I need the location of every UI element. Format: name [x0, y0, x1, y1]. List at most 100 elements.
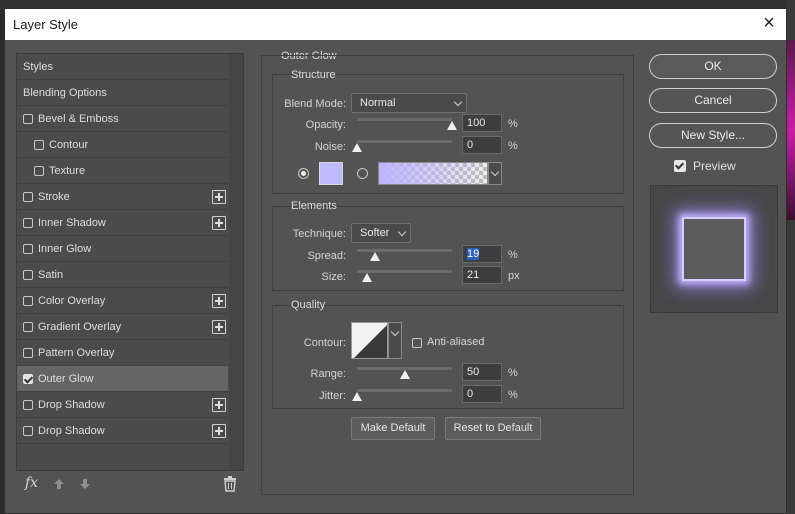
style-checkbox[interactable] — [23, 373, 33, 384]
style-item-texture[interactable]: Texture — [17, 158, 228, 184]
style-checkbox[interactable] — [23, 321, 33, 332]
opacity-value: 100 — [467, 117, 486, 129]
jitter-slider-thumb[interactable] — [352, 392, 362, 401]
fx-icon[interactable]: fx — [25, 475, 38, 491]
opacity-slider[interactable] — [357, 118, 452, 121]
blend-mode-value: Normal — [360, 97, 396, 109]
style-item-label: Blending Options — [23, 86, 107, 99]
anti-aliased-label: Anti-aliased — [427, 336, 485, 348]
noise-unit: % — [508, 140, 518, 152]
jitter-label: Jitter: — [319, 390, 346, 402]
layer-style-dialog: Layer Style × Styles Blending Options Beve… — [4, 8, 787, 514]
make-default-button[interactable]: Make Default — [351, 417, 435, 440]
dialog-titlebar: Layer Style × — [5, 9, 786, 40]
style-item-gradient-overlay[interactable]: Gradient Overlay — [17, 314, 228, 340]
range-input[interactable]: 50 — [462, 363, 502, 381]
add-effect-icon[interactable] — [212, 320, 226, 334]
outer-glow-panel: Structure Blend Mode: Normal Opacity: 10… — [261, 55, 634, 495]
reset-to-default-button[interactable]: Reset to Default — [445, 417, 541, 440]
spread-input[interactable]: 19 — [462, 245, 502, 263]
style-item-bevel-emboss[interactable]: Bevel & Emboss — [17, 106, 228, 132]
style-checkbox[interactable] — [23, 243, 33, 254]
add-effect-icon[interactable] — [212, 190, 226, 204]
elements-title: Elements — [291, 200, 337, 212]
spread-unit: % — [508, 249, 518, 261]
style-checkbox[interactable] — [23, 347, 33, 358]
contour-dropdown[interactable] — [388, 322, 402, 359]
style-checkbox[interactable] — [23, 113, 33, 124]
move-up-icon[interactable] — [53, 478, 65, 490]
size-value: 21 — [467, 269, 480, 281]
technique-value: Softer — [360, 227, 390, 239]
style-item-styles[interactable]: Styles — [17, 54, 228, 80]
opacity-slider-thumb[interactable] — [447, 121, 457, 130]
style-item-satin[interactable]: Satin — [17, 262, 228, 288]
structure-title: Structure — [291, 69, 336, 81]
move-down-icon[interactable] — [79, 478, 91, 490]
size-input[interactable]: 21 — [462, 266, 502, 284]
noise-input[interactable]: 0 — [462, 136, 502, 154]
add-effect-icon[interactable] — [212, 398, 226, 412]
style-item-label: Styles — [23, 60, 53, 73]
add-effect-icon[interactable] — [212, 424, 226, 438]
style-item-pattern-overlay[interactable]: Pattern Overlay — [17, 340, 228, 366]
technique-select[interactable]: Softer — [351, 223, 411, 243]
ok-button[interactable]: OK — [649, 54, 777, 79]
style-list-scrollbar[interactable] — [229, 54, 243, 470]
style-checkbox[interactable] — [23, 217, 33, 228]
contour-picker[interactable] — [351, 322, 388, 359]
style-item-label: Satin — [38, 268, 64, 281]
range-slider-thumb[interactable] — [399, 370, 410, 379]
gradient-dropdown[interactable] — [488, 162, 502, 185]
trash-icon[interactable] — [223, 476, 237, 492]
size-slider-thumb[interactable] — [361, 273, 372, 282]
style-item-inner-glow[interactable]: Inner Glow — [17, 236, 228, 262]
style-checkbox[interactable] — [34, 165, 44, 176]
style-checkbox[interactable] — [23, 269, 33, 280]
style-checkbox[interactable] — [23, 295, 33, 306]
opacity-input[interactable]: 100 — [462, 114, 502, 132]
add-effect-icon[interactable] — [212, 216, 226, 230]
style-item-label: Drop Shadow — [38, 424, 105, 437]
noise-slider[interactable] — [357, 140, 452, 143]
gradient-radio[interactable] — [357, 168, 368, 179]
style-checkbox[interactable] — [23, 399, 33, 410]
cancel-button[interactable]: Cancel — [649, 88, 777, 113]
jitter-slider[interactable] — [357, 389, 452, 392]
style-checkbox[interactable] — [34, 139, 44, 150]
blend-mode-select[interactable]: Normal — [351, 93, 467, 113]
solid-color-radio[interactable] — [298, 168, 309, 179]
style-item-label: Contour — [49, 138, 89, 151]
preview-checkbox[interactable] — [674, 160, 686, 172]
style-item-outer-glow[interactable]: Outer Glow — [17, 366, 228, 392]
jitter-value: 0 — [467, 388, 474, 400]
style-item-drop-shadow[interactable]: Drop Shadow — [17, 418, 228, 444]
style-checkbox[interactable] — [23, 191, 33, 202]
style-item-color-overlay[interactable]: Color Overlay — [17, 288, 228, 314]
anti-aliased-checkbox[interactable] — [412, 338, 422, 348]
style-item-stroke[interactable]: Stroke — [17, 184, 228, 210]
glow-gradient-swatch[interactable] — [378, 162, 488, 185]
add-effect-icon[interactable] — [212, 294, 226, 308]
new-style-button[interactable]: New Style... — [649, 123, 777, 148]
style-item-label: Bevel & Emboss — [38, 112, 119, 125]
range-unit: % — [508, 367, 518, 379]
spread-slider-thumb[interactable] — [370, 252, 381, 261]
style-checkbox[interactable] — [23, 425, 33, 436]
range-value: 50 — [467, 366, 480, 378]
jitter-input[interactable]: 0 — [462, 385, 502, 403]
glow-color-swatch[interactable] — [319, 162, 343, 185]
noise-slider-thumb[interactable] — [352, 143, 362, 152]
chevron-down-icon — [453, 97, 463, 107]
style-item-label: Pattern Overlay — [38, 346, 115, 359]
style-item-inner-shadow[interactable]: Inner Shadow — [17, 210, 228, 236]
style-item-contour[interactable]: Contour — [17, 132, 228, 158]
canvas-peek — [787, 40, 795, 220]
close-icon[interactable]: × — [760, 13, 778, 33]
style-item-drop-shadow[interactable]: Drop Shadow — [17, 392, 228, 418]
noise-label: Noise: — [314, 141, 346, 153]
preview-label: Preview — [693, 159, 736, 173]
style-item-label: Stroke — [38, 190, 70, 203]
style-item-blending-options[interactable]: Blending Options — [17, 80, 228, 106]
style-item-label: Gradient Overlay — [38, 320, 122, 333]
